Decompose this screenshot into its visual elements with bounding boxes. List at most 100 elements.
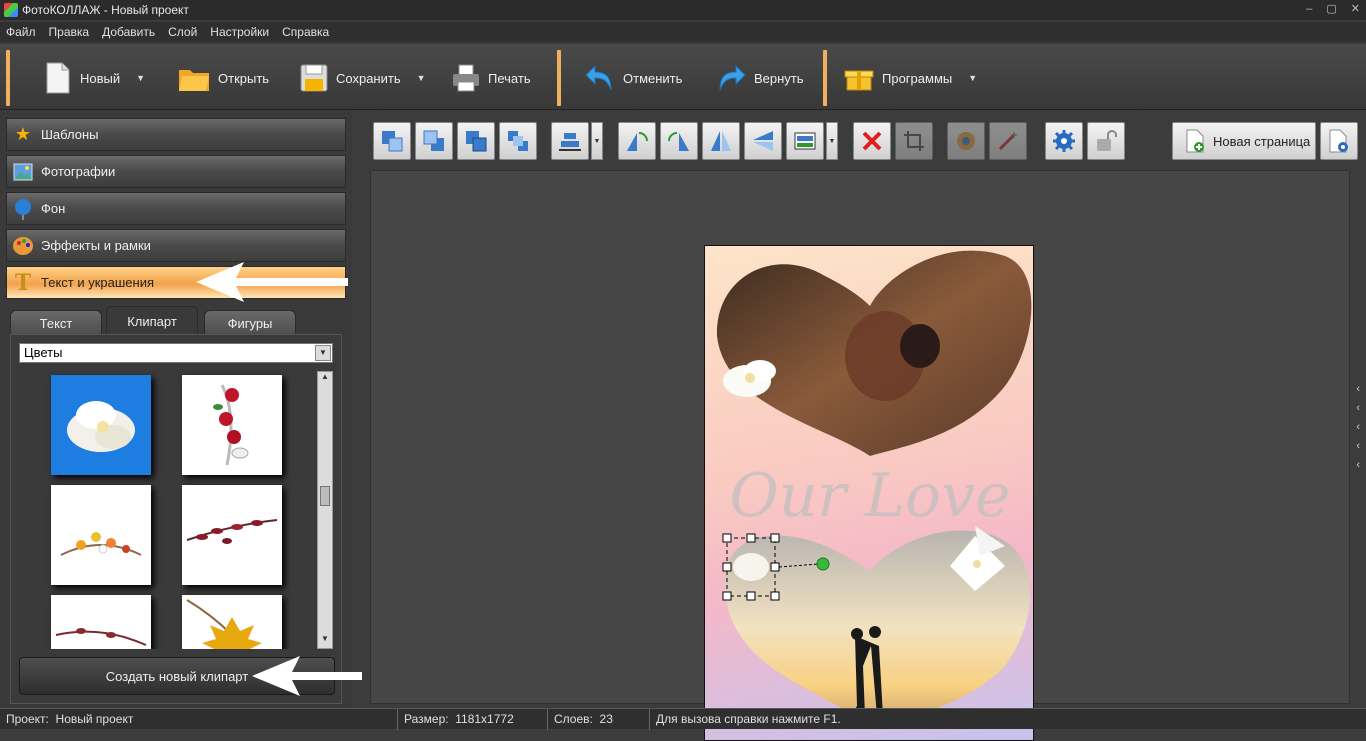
menu-edit[interactable]: Правка [49,25,90,39]
tab-shapes[interactable]: Фигуры [204,310,296,336]
redo-arrow-icon [719,64,746,91]
paint-balloon-icon [11,197,35,221]
flip-vertical-button[interactable] [744,122,782,160]
rotate-left-button[interactable] [618,122,656,160]
chevron-left-icon[interactable]: ‹ [1356,421,1360,433]
clipart-autumn-branch[interactable] [51,485,151,585]
clipart-category-select[interactable]: Цветы ▼ [19,343,333,363]
chevron-left-icon[interactable]: ‹ [1356,459,1360,471]
rotate-right-button[interactable] [660,122,698,160]
chevron-left-icon[interactable]: ‹ [1356,440,1360,452]
chevron-left-icon[interactable]: ‹ [1356,402,1360,414]
red-leaves-icon [186,519,278,544]
align-button[interactable] [551,122,589,160]
undo-button[interactable]: Отменить [585,52,682,104]
maple-leaf-icon [186,599,262,649]
page-settings-icon [1329,129,1348,153]
section-effects-frames[interactable]: Эффекты и рамки [6,229,346,262]
clipart-white-flower[interactable] [51,375,151,475]
new-document-icon [46,62,70,94]
white-flower-icon [67,401,135,452]
crop-button[interactable] [895,122,933,160]
page-settings-button[interactable] [1320,122,1358,160]
menu-layer[interactable]: Слой [168,25,197,39]
palette-icon [11,234,35,258]
print-button[interactable]: Печать [452,52,531,104]
star-icon: ★ [14,124,32,144]
save-button[interactable]: Сохранить ▼ [300,52,426,104]
lock-button[interactable] [1087,122,1125,160]
color-correction-button[interactable] [947,122,985,160]
layout-dropdown-icon[interactable]: ▼ [826,122,838,160]
section-templates[interactable]: ★ Шаблоны [6,118,346,151]
app-logo-icon [4,3,18,17]
status-bar: Проект: Новый проект Размер: 1181x1772 С… [0,708,1366,730]
autumn-branch-icon [60,532,142,556]
chevron-left-icon[interactable]: ‹ [1356,383,1360,395]
menu-help[interactable]: Справка [282,25,329,39]
undo-arrow-icon [585,64,612,91]
clipart-scrollbar[interactable]: ▲ ▼ [317,371,333,649]
window-controls: – ▢ ✕ [1306,0,1360,18]
save-dropdown-icon[interactable]: ▼ [417,73,426,83]
work-area: ▼ ▼ Новая страница Our Love [362,114,1366,741]
programs-dropdown-icon[interactable]: ▼ [968,73,977,83]
floppy-disk-icon [300,64,328,92]
toolbar-separator [823,50,827,106]
menu-add[interactable]: Добавить [102,25,155,39]
programs-button[interactable]: Программы ▼ [844,52,977,104]
tab-text[interactable]: Текст [10,310,102,336]
new-dropdown-icon[interactable]: ▼ [136,73,145,83]
window-title: ФотоКОЛЛАЖ - Новый проект [22,3,189,17]
new-page-button[interactable]: Новая страница [1172,122,1316,160]
layout-button[interactable] [786,122,824,160]
gear-icon [1053,130,1075,152]
status-help: Для вызова справки нажмите F1. [656,712,841,726]
align-dropdown-icon[interactable]: ▼ [591,122,603,160]
scroll-up-icon[interactable]: ▲ [318,372,332,386]
section-photos[interactable]: Фотографии [6,155,346,188]
magic-wand-icon [998,131,1018,151]
clipart-maple-leaf[interactable] [182,595,282,649]
twig-icon [55,628,147,646]
flip-horizontal-icon [711,131,731,151]
gift-box-icon [844,70,874,91]
scroll-thumb[interactable] [320,486,330,506]
bring-to-front-button[interactable] [373,122,411,160]
effects-button[interactable] [989,122,1027,160]
menu-file[interactable]: Файл [6,25,36,39]
layout-icon [794,132,816,150]
chevron-down-icon[interactable]: ▼ [315,345,331,361]
new-button[interactable]: Новый ▼ [44,52,145,104]
clipart-red-leaves[interactable] [182,485,282,585]
menu-settings[interactable]: Настройки [210,25,269,39]
status-layers: Слоев: 23 [548,708,650,730]
canvas-area: Our Love [370,170,1350,741]
open-button[interactable]: Открыть [178,52,269,104]
bring-forward-button[interactable] [415,122,453,160]
clipart-rose-bouquet[interactable] [182,375,282,475]
maximize-icon[interactable]: ▢ [1326,0,1336,18]
section-background[interactable]: Фон [6,192,346,225]
folder-icon [179,70,209,91]
properties-button[interactable] [1045,122,1083,160]
collage-title-text[interactable]: Our Love [730,461,1011,531]
delete-button[interactable] [853,122,891,160]
unlock-icon [1097,130,1117,151]
redo-button[interactable]: Вернуть [716,52,804,104]
color-wheel-icon [957,132,975,150]
main-toolbar: Новый ▼ Открыть Сохранить ▼ Печать Отмен… [0,44,1366,110]
close-icon[interactable]: ✕ [1351,0,1360,18]
send-to-back-button[interactable] [499,122,537,160]
flip-horizontal-button[interactable] [702,122,740,160]
layer-back-icon [508,131,528,151]
minimize-icon[interactable]: – [1306,0,1312,18]
rotate-left-icon [627,132,648,151]
title-bar: ФотоКОЛЛАЖ - Новый проект – ▢ ✕ [0,0,1366,20]
left-panel: ★ Шаблоны Фотографии Фон Эффекты и рамки… [0,110,398,708]
scroll-down-icon[interactable]: ▼ [318,634,332,648]
tab-clipart[interactable]: Клипарт [106,306,198,336]
collage-page[interactable]: Our Love [704,245,1034,741]
send-backward-button[interactable] [457,122,495,160]
clipart-twig[interactable] [51,595,151,649]
